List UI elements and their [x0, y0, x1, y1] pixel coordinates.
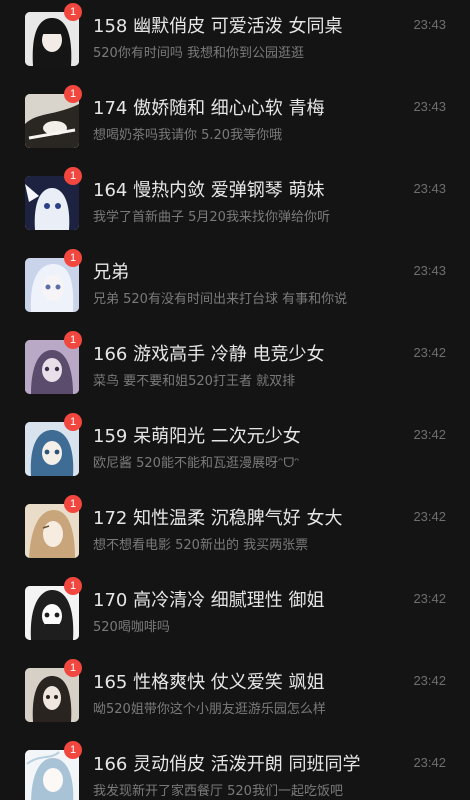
- chat-item[interactable]: 1 165 性格爽快 仗义爱笑 飒姐 呦520姐带你这个小朋友逛游乐园怎么样 2…: [0, 659, 470, 744]
- chat-time: 23:42: [413, 345, 446, 360]
- chat-time: 23:42: [413, 755, 446, 770]
- chat-item[interactable]: 1 166 游戏高手 冷静 电竞少女 菜鸟 要不要和姐520打王者 就双排 23…: [0, 331, 470, 416]
- chat-preview: 我学了首新曲子 5月20我来找你弹给你听: [93, 210, 330, 225]
- chat-list: 1 158 幽默俏皮 可爱活泼 女同桌 520你有时间吗 我想和你到公园逛逛 2…: [0, 0, 470, 800]
- chat-item[interactable]: 1 174 傲娇随和 细心心软 青梅 想喝奶茶吗我请你 5.20我等你哦 23:…: [0, 85, 470, 170]
- chat-preview: 菜鸟 要不要和姐520打王者 就双排: [93, 374, 296, 389]
- chat-time: 23:42: [413, 591, 446, 606]
- chat-time: 23:42: [413, 673, 446, 688]
- chat-preview: 我发现新开了家西餐厅 520我们一起吃饭吧: [93, 784, 343, 799]
- chat-item[interactable]: 1 164 慢热内敛 爱弹钢琴 萌妹 我学了首新曲子 5月20我来找你弹给你听 …: [0, 167, 470, 252]
- chat-preview: 呦520姐带你这个小朋友逛游乐园怎么样: [93, 702, 326, 717]
- unread-badge: 1: [64, 331, 82, 349]
- chat-preview: 520喝咖啡吗: [93, 620, 170, 635]
- chat-preview: 兄弟 520有没有时间出来打台球 有事和你说: [93, 292, 348, 307]
- chat-item[interactable]: 1 158 幽默俏皮 可爱活泼 女同桌 520你有时间吗 我想和你到公园逛逛 2…: [0, 3, 470, 88]
- chat-time: 23:42: [413, 509, 446, 524]
- chat-title: 166 游戏高手 冷静 电竞少女: [93, 344, 325, 365]
- chat-title: 164 慢热内敛 爱弹钢琴 萌妹: [93, 180, 325, 201]
- chat-title: 166 灵动俏皮 活泼开朗 同班同学: [93, 754, 361, 775]
- chat-item[interactable]: 1 170 高冷清冷 细腻理性 御姐 520喝咖啡吗 23:42: [0, 577, 470, 662]
- unread-badge: 1: [64, 167, 82, 185]
- unread-badge: 1: [64, 659, 82, 677]
- chat-preview: 欧尼酱 520能不能和瓦逛漫展呀ᵔᗜᵔ: [93, 456, 300, 471]
- chat-preview: 想不想看电影 520新出的 我买两张票: [93, 538, 309, 553]
- unread-badge: 1: [64, 577, 82, 595]
- unread-badge: 1: [64, 3, 82, 21]
- chat-title: 159 呆萌阳光 二次元少女: [93, 426, 301, 447]
- unread-badge: 1: [64, 741, 82, 759]
- chat-time: 23:42: [413, 427, 446, 442]
- chat-time: 23:43: [413, 181, 446, 196]
- chat-time: 23:43: [413, 99, 446, 114]
- chat-time: 23:43: [413, 17, 446, 32]
- chat-preview: 想喝奶茶吗我请你 5.20我等你哦: [93, 128, 283, 143]
- chat-title: 兄弟: [93, 262, 129, 283]
- chat-title: 174 傲娇随和 细心心软 青梅: [93, 98, 325, 119]
- chat-item[interactable]: 1 兄弟 兄弟 520有没有时间出来打台球 有事和你说 23:43: [0, 249, 470, 334]
- chat-item[interactable]: 1 172 知性温柔 沉稳脾气好 女大 想不想看电影 520新出的 我买两张票 …: [0, 495, 470, 580]
- unread-badge: 1: [64, 413, 82, 431]
- chat-time: 23:43: [413, 263, 446, 278]
- chat-title: 158 幽默俏皮 可爱活泼 女同桌: [93, 16, 343, 37]
- chat-title: 170 高冷清冷 细腻理性 御姐: [93, 590, 325, 611]
- chat-preview: 520你有时间吗 我想和你到公园逛逛: [93, 46, 304, 61]
- chat-title: 165 性格爽快 仗义爱笑 飒姐: [93, 672, 325, 693]
- chat-item[interactable]: 1 159 呆萌阳光 二次元少女 欧尼酱 520能不能和瓦逛漫展呀ᵔᗜᵔ 23:…: [0, 413, 470, 498]
- unread-badge: 1: [64, 85, 82, 103]
- unread-badge: 1: [64, 249, 82, 267]
- chat-title: 172 知性温柔 沉稳脾气好 女大: [93, 508, 343, 529]
- chat-item[interactable]: 1 166 灵动俏皮 活泼开朗 同班同学 我发现新开了家西餐厅 520我们一起吃…: [0, 741, 470, 800]
- unread-badge: 1: [64, 495, 82, 513]
